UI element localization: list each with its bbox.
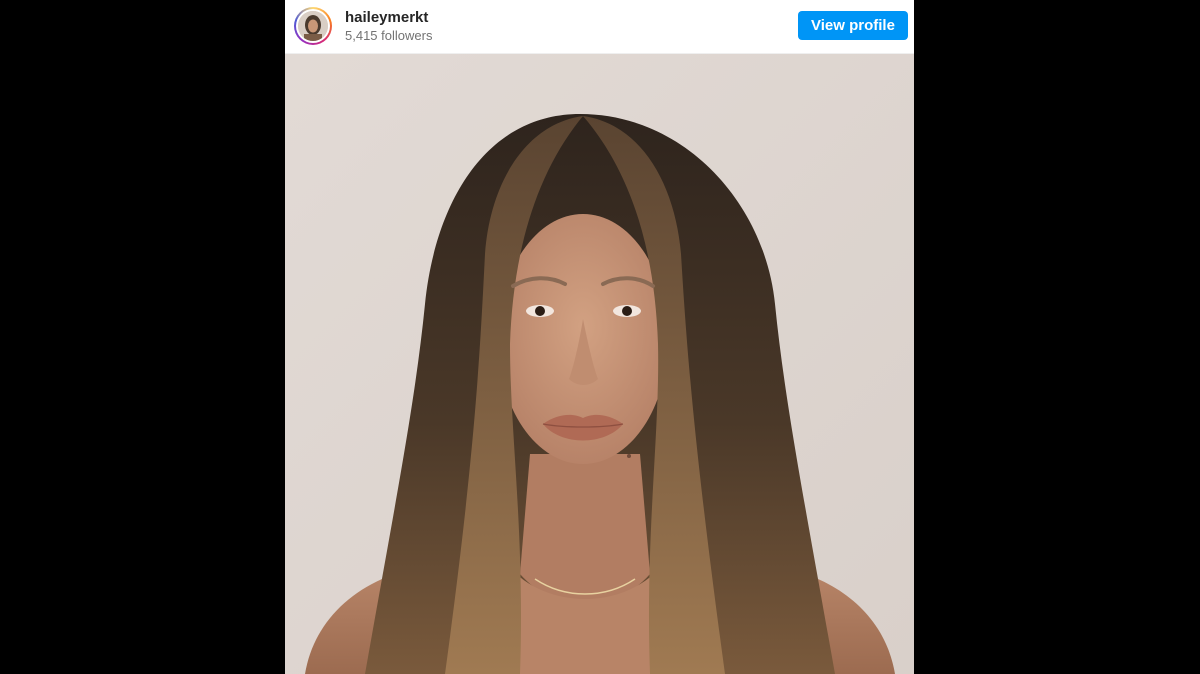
portrait-image — [285, 54, 914, 674]
embed-header: haileymerkt 5,415 followers View profile — [285, 0, 914, 54]
avatar[interactable] — [298, 11, 328, 41]
page: haileymerkt 5,415 followers View profile — [0, 0, 1200, 674]
post-photo[interactable] — [285, 54, 914, 674]
follower-count: 5,415 followers — [345, 28, 433, 43]
username[interactable]: haileymerkt — [345, 9, 428, 27]
avatar-story-ring[interactable] — [294, 7, 332, 45]
instagram-embed: haileymerkt 5,415 followers View profile — [285, 0, 914, 674]
view-profile-button[interactable]: View profile — [798, 11, 908, 40]
avatar-image — [298, 11, 328, 41]
